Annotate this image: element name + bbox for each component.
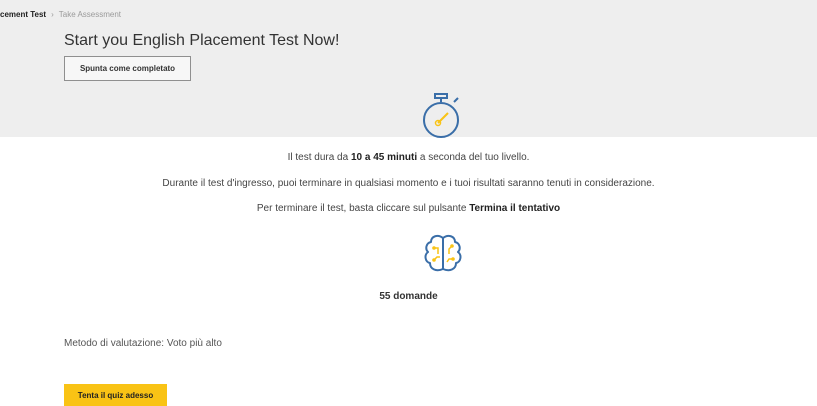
stopwatch-icon [423, 93, 459, 138]
mark-complete-button[interactable]: Spunta come completato [64, 56, 191, 81]
duration-info: Il test dura da 10 a 45 minuti a seconda… [287, 152, 530, 163]
breadcrumb-separator: › [51, 10, 54, 19]
finish-instructions: Per terminare il test, basta cliccare su… [256, 203, 561, 214]
question-count: 55 domande [379, 291, 438, 302]
breadcrumb-page: Take Assessment [58, 10, 122, 19]
attempt-quiz-button[interactable]: Tenta il quiz adesso [64, 384, 167, 406]
grading-method: Metodo di valutazione: Voto più alto [64, 338, 222, 349]
page-title: Start you English Placement Test Now! [64, 32, 340, 49]
brain-icon [424, 234, 462, 272]
early-finish-info: Durante il test d'ingresso, puoi termina… [162, 178, 655, 189]
breadcrumb-current[interactable]: cement Test [0, 10, 46, 19]
breadcrumb: cement Test › Take Assessment [0, 10, 121, 19]
